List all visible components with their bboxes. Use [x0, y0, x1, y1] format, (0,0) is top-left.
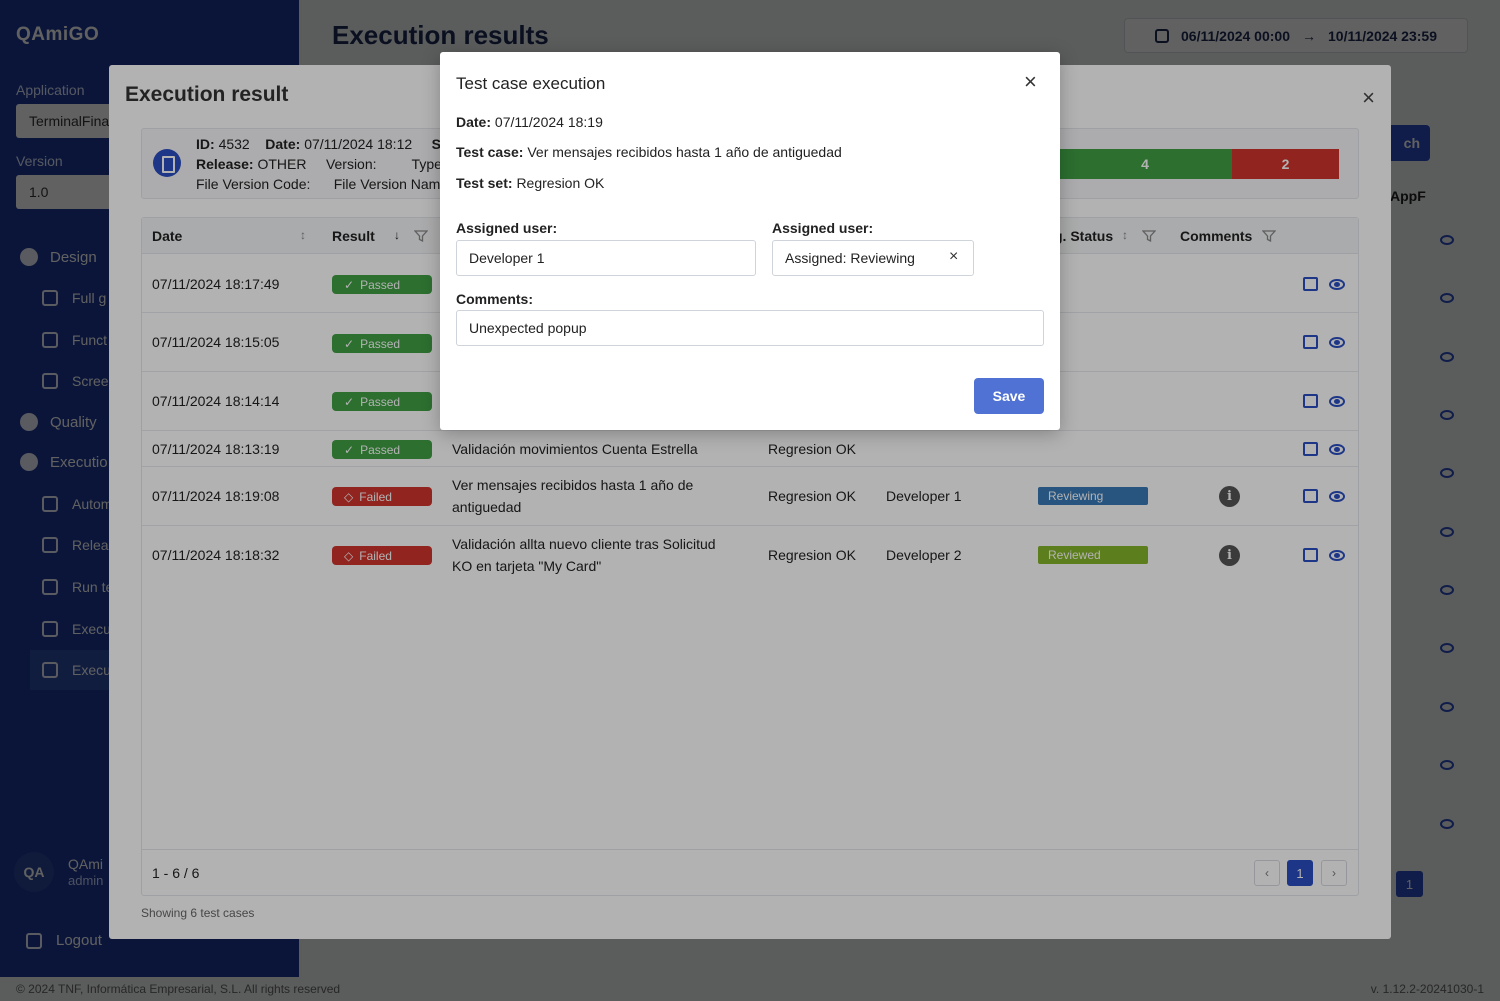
test-case-value: Ver mensajes recibidos hasta 1 año de an…	[527, 144, 842, 160]
comments-input[interactable]	[456, 310, 1044, 346]
dialog-title: Test case execution	[456, 74, 606, 93]
dialog-test-set: Test set: Regresion OK	[456, 175, 604, 191]
test-case-execution-dialog: Test case execution × Date: 07/11/2024 1…	[440, 52, 1060, 430]
comments-label: Comments:	[456, 291, 534, 307]
date-label: Date:	[456, 114, 492, 130]
dialog-test-case: Test case: Ver mensajes recibidos hasta …	[456, 144, 842, 160]
assigned-status-select[interactable]: Assigned: Reviewing ×	[772, 240, 974, 276]
clear-icon[interactable]: ×	[949, 248, 958, 266]
assigned-status-value: Assigned: Reviewing	[785, 250, 915, 266]
date-value: 07/11/2024 18:19	[494, 114, 603, 130]
close-icon[interactable]: ×	[1024, 71, 1037, 93]
test-set-value: Regresion OK	[516, 175, 605, 191]
dialog-date: Date: 07/11/2024 18:19	[456, 114, 603, 130]
assigned-user-input[interactable]	[456, 240, 756, 276]
assigned-user-label: Assigned user:	[456, 220, 558, 236]
save-button[interactable]: Save	[974, 378, 1044, 414]
test-set-label: Test set:	[456, 175, 513, 191]
assigned-status-label: Assigned user:	[772, 220, 874, 236]
test-case-label: Test case:	[456, 144, 524, 160]
